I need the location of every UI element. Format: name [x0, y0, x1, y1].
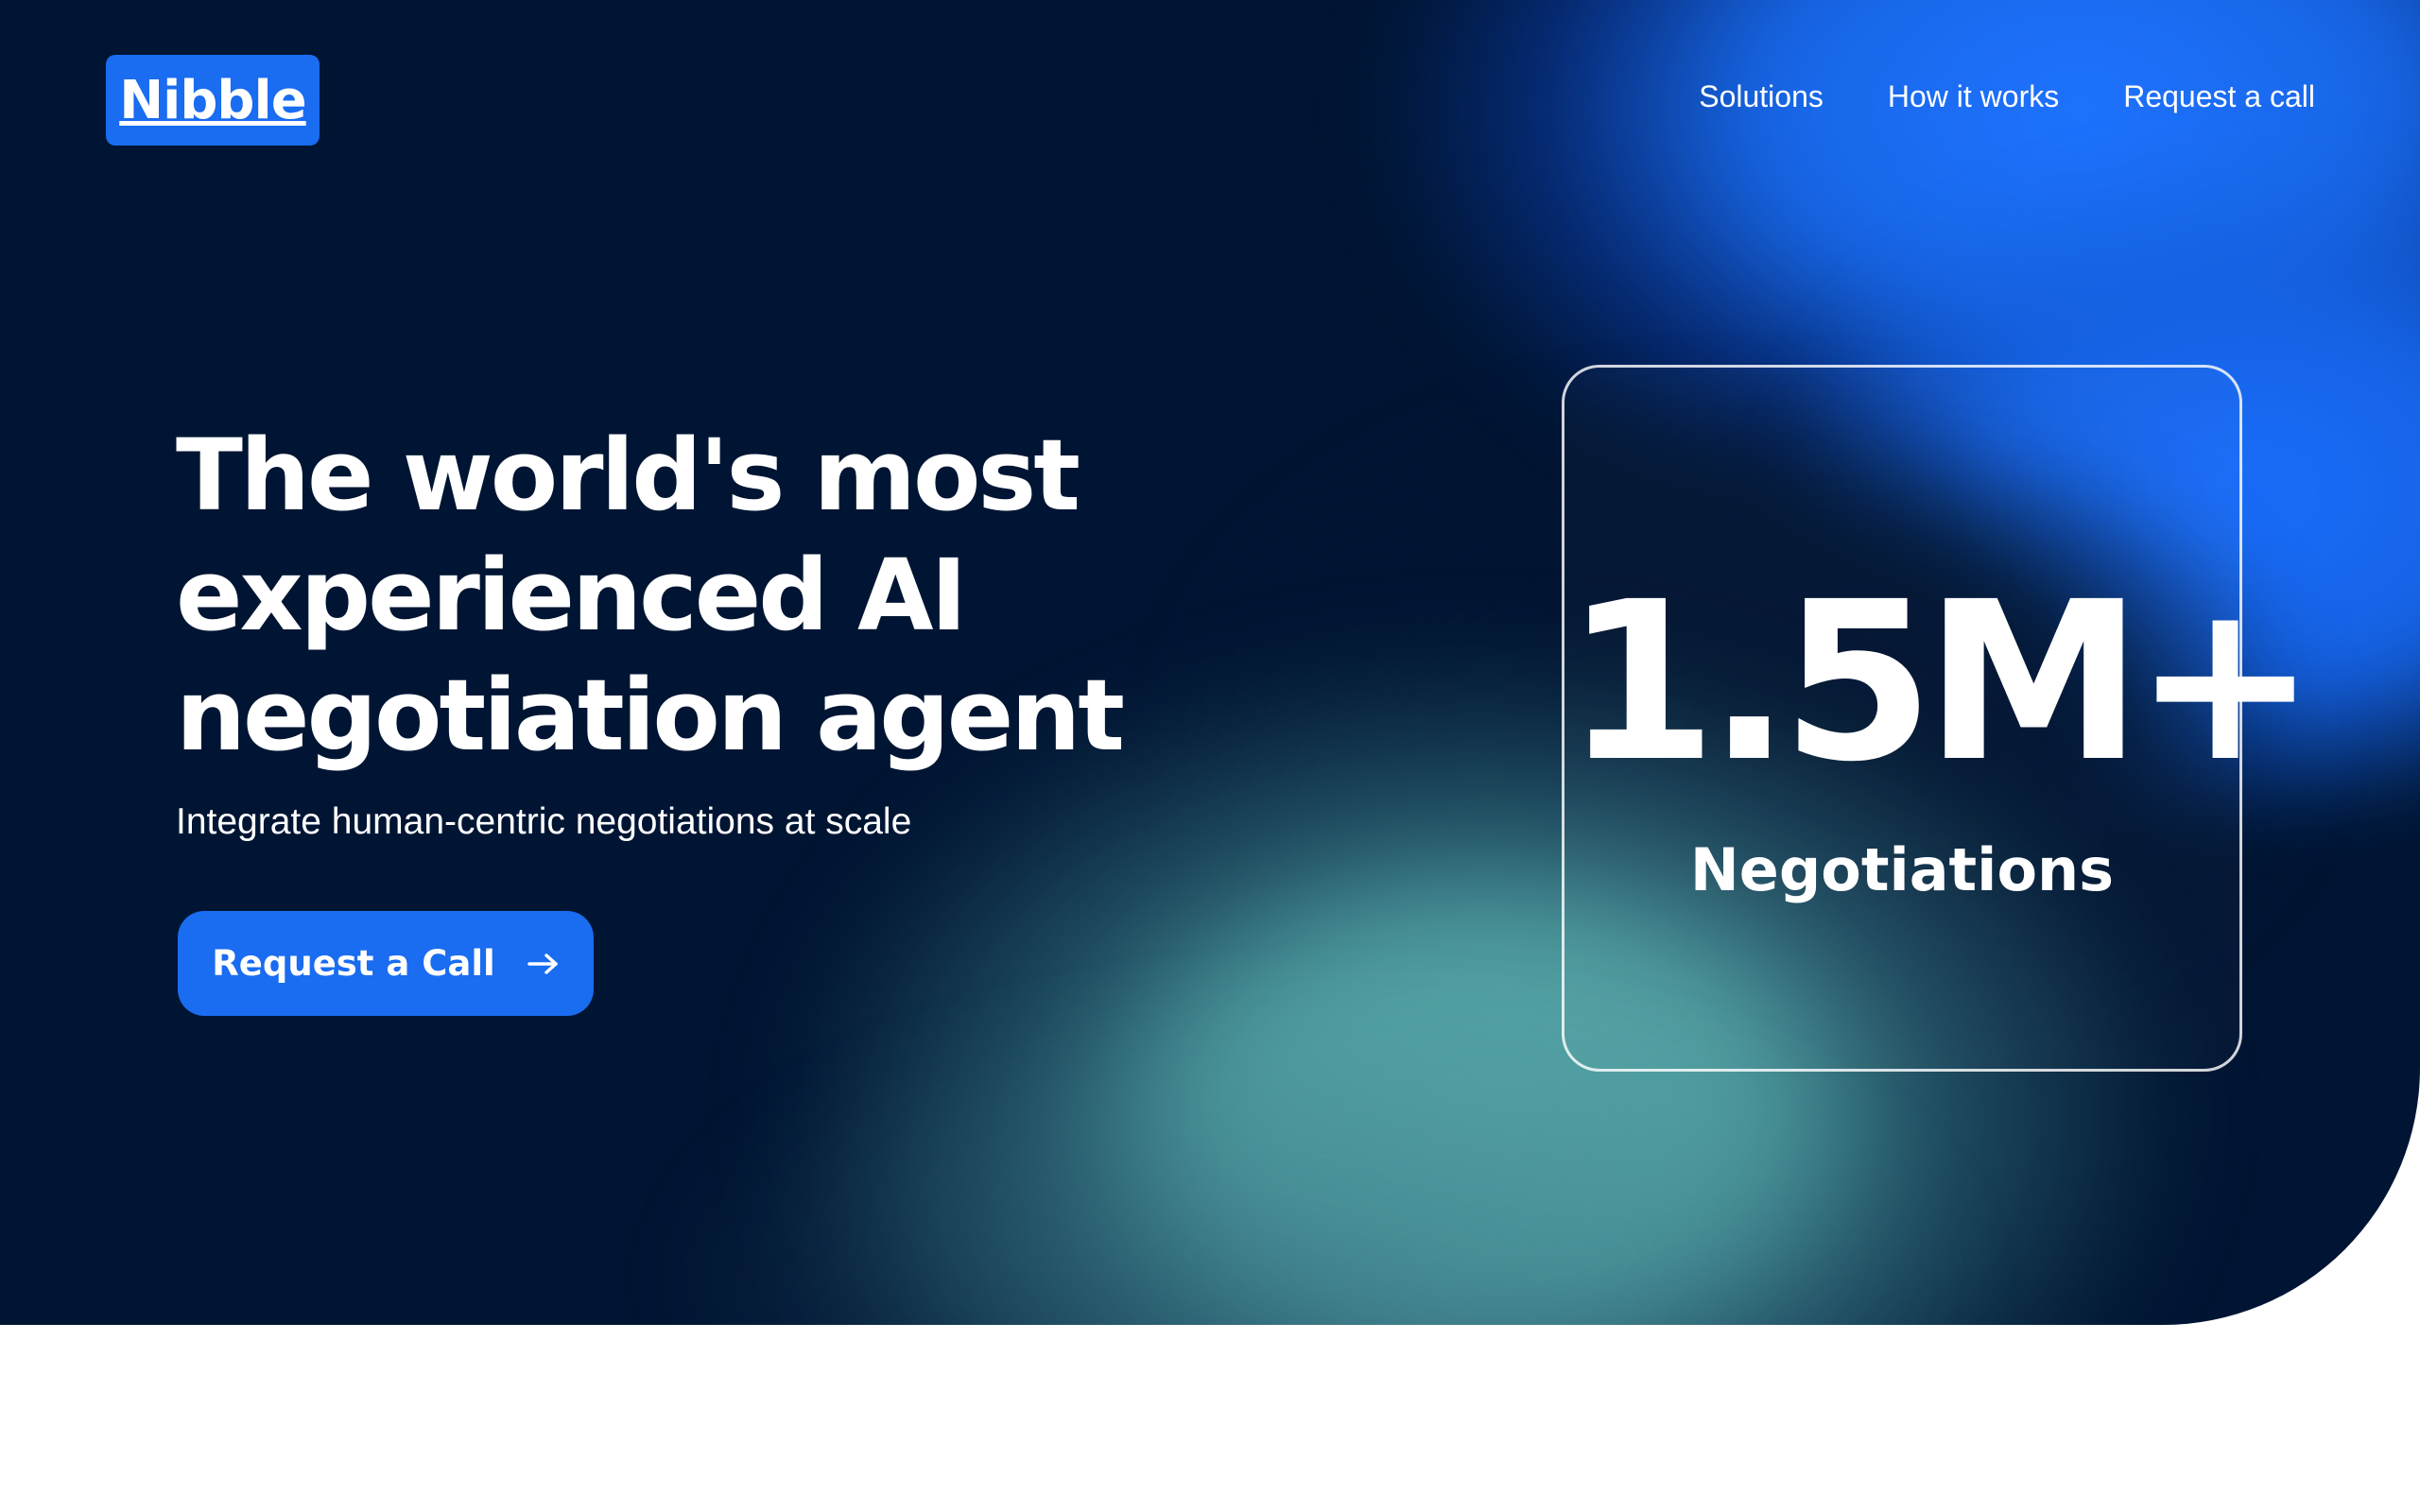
nav-link-how-it-works[interactable]: How it works — [1888, 72, 2059, 121]
nibble-logo[interactable]: Nibble — [106, 55, 320, 146]
request-a-call-button[interactable]: Request a Call — [178, 911, 594, 1016]
headline-line-2: experienced AI — [176, 538, 967, 653]
main-nav: Solutions How it works Request a call — [1699, 72, 2315, 121]
stat-value: 1.5M+ — [1564, 555, 2317, 810]
request-a-call-label: Request a Call — [212, 943, 495, 984]
nav-link-solutions[interactable]: Solutions — [1699, 72, 1824, 121]
stat-label: Negotiations — [1689, 835, 2115, 904]
headline-line-1: The world's most — [176, 418, 1080, 533]
hero-section: Nibble Solutions How it works Request a … — [0, 0, 2420, 1325]
nav-link-request-a-call[interactable]: Request a call — [2123, 72, 2315, 121]
hero-subtitle: Integrate human-centric negotiations at … — [176, 801, 912, 842]
arrow-right-icon — [527, 953, 558, 974]
headline-line-3: negotiation agent — [176, 658, 1125, 773]
hero-headline: The world's most experienced AI negotiat… — [176, 416, 1216, 776]
stat-card: 1.5M+ Negotiations — [1562, 365, 2317, 1072]
